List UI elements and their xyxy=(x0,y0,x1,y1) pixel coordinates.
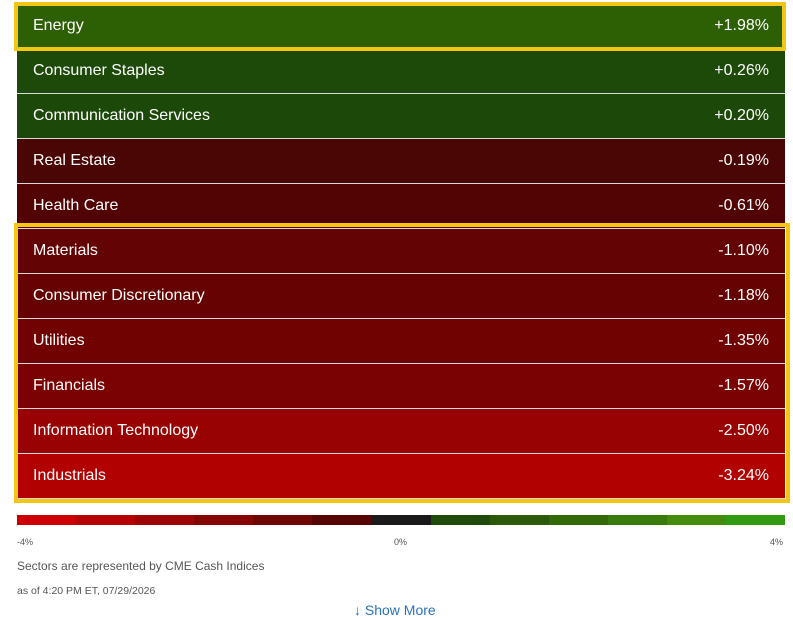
scale-segment xyxy=(607,515,667,525)
sector-row[interactable]: Utilities -1.35% xyxy=(17,319,785,364)
scale-segment xyxy=(76,515,136,525)
scale-min-label: -4% xyxy=(17,537,34,547)
sector-name: Real Estate xyxy=(33,152,116,169)
sector-row[interactable]: Health Care -0.61% xyxy=(17,184,785,229)
sector-change: -1.18% xyxy=(718,287,769,304)
sector-row[interactable]: Consumer Discretionary -1.18% xyxy=(17,274,785,319)
sector-name: Energy xyxy=(33,17,84,34)
sector-name: Industrials xyxy=(33,467,106,484)
source-note: Sectors are represented by CME Cash Indi… xyxy=(17,559,265,573)
scale-segment xyxy=(548,515,608,525)
sector-change: -1.57% xyxy=(718,377,769,394)
sector-row[interactable]: Real Estate -0.19% xyxy=(17,139,785,184)
sector-name: Consumer Staples xyxy=(33,62,165,79)
sector-name: Health Care xyxy=(33,197,119,214)
scale-segment xyxy=(430,515,490,525)
sector-change: -0.61% xyxy=(718,197,769,214)
sector-change: -1.10% xyxy=(718,242,769,259)
scale-mid-label: 0% xyxy=(394,537,408,547)
show-more-link[interactable]: ↓ Show More xyxy=(354,602,436,618)
scale-segment xyxy=(666,515,726,525)
scale-segment xyxy=(194,515,254,525)
color-scale-legend xyxy=(17,515,786,525)
sector-name: Information Technology xyxy=(33,422,199,439)
sector-row[interactable]: Energy +1.98% xyxy=(17,4,785,49)
sector-name: Financials xyxy=(33,377,106,394)
sector-row[interactable]: Information Technology -2.50% xyxy=(17,409,785,454)
scale-segment xyxy=(17,515,77,525)
scale-segment xyxy=(371,515,431,525)
sector-row[interactable]: Communication Services +0.20% xyxy=(17,94,785,139)
sector-change: +0.26% xyxy=(714,62,769,79)
sector-name: Communication Services xyxy=(33,107,210,124)
sector-row[interactable]: Industrials -3.24% xyxy=(17,454,785,499)
scale-segment xyxy=(489,515,549,525)
scale-segment xyxy=(135,515,195,525)
sector-row[interactable]: Consumer Staples +0.26% xyxy=(17,49,785,94)
sector-performance-list: Energy +1.98% Consumer Staples +0.26% Commun… xyxy=(17,4,785,499)
sector-change: -1.35% xyxy=(718,332,769,349)
scale-segment xyxy=(312,515,372,525)
timestamp: as of 4:20 PM ET, 07/29/2026 xyxy=(17,585,156,597)
sector-change: +1.98% xyxy=(714,17,769,34)
sector-change: -0.19% xyxy=(718,152,769,169)
scale-max-label: 4% xyxy=(770,537,784,547)
sector-row[interactable]: Financials -1.57% xyxy=(17,364,785,409)
sector-change: -3.24% xyxy=(718,467,769,484)
scale-segment xyxy=(725,515,786,525)
scale-segment xyxy=(253,515,313,525)
sector-name: Materials xyxy=(33,242,98,259)
sector-name: Utilities xyxy=(33,332,85,349)
sector-row[interactable]: Materials -1.10% xyxy=(17,229,785,274)
sector-name: Consumer Discretionary xyxy=(33,287,205,304)
sector-change: +0.20% xyxy=(714,107,769,124)
sector-change: -2.50% xyxy=(718,422,769,439)
